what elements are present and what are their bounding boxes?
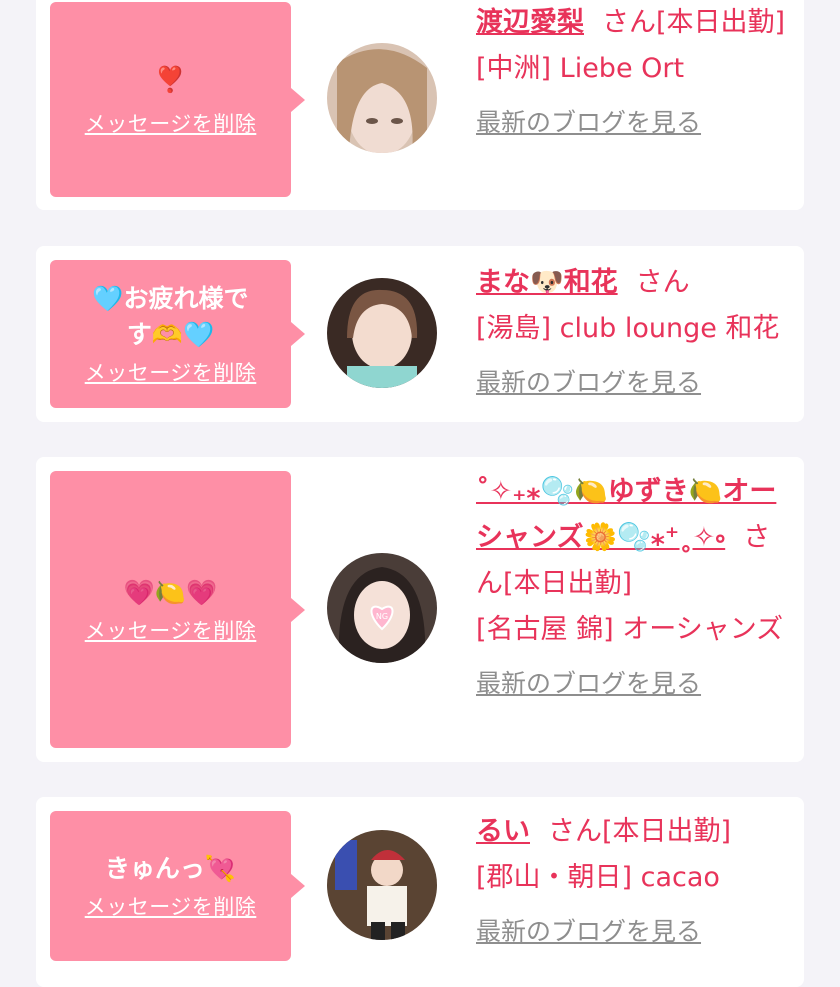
cast-name-link[interactable]: 渡辺愛梨	[476, 7, 584, 38]
cast-info: ˚✧₊⁎🫧🍋ゆずき🍋オーシャンズ🌼🫧⁎⁺˳✧༚ さん[本日出勤] [名古屋 錦] …	[476, 469, 794, 707]
avatar[interactable]	[327, 278, 437, 388]
work-status: [本日出勤]	[602, 816, 732, 847]
message-text: きゅんっ💘	[104, 854, 237, 883]
cast-name-link[interactable]: ˚✧₊⁎🫧🍋ゆずき🍋オーシャンズ🌼🫧⁎⁺˳✧༚	[476, 476, 776, 553]
honorific: さん	[635, 267, 690, 298]
honorific: さん	[602, 7, 656, 38]
cast-info: 渡辺愛梨 さん[本日出勤] [中洲] Liebe Ort 最新のブログを見る	[476, 0, 794, 146]
delete-message-link[interactable]: メッセージを削除	[85, 891, 257, 921]
cast-info: るい さん[本日出勤] [郡山・朝日] cacao 最新のブログを見る	[476, 809, 794, 955]
honorific: さん	[548, 816, 602, 847]
latest-blog-link[interactable]: 最新のブログを見る	[476, 661, 701, 707]
message-card: ❣️ メッセージを削除 渡辺愛梨 さん[本日出勤] [中洲] Liebe Ort …	[36, 0, 804, 210]
message-card: きゅんっ💘 メッセージを削除 るい さん[本日出勤] [郡山・朝日] cacao …	[36, 797, 804, 987]
cast-name-link[interactable]: まな🐶和花	[476, 267, 618, 298]
cast-info: まな🐶和花 さん [湯島] club lounge 和花 最新のブログを見る	[476, 260, 794, 406]
delete-message-link[interactable]: メッセージを削除	[85, 108, 257, 138]
message-bubble: 🩵お疲れ様です🫶🩵 メッセージを削除	[50, 260, 305, 408]
shop-name: [湯島] club lounge 和花	[476, 313, 780, 344]
delete-message-link[interactable]: メッセージを削除	[85, 357, 257, 387]
message-text: ❣️	[154, 64, 187, 94]
shop-name: [中洲] Liebe Ort	[476, 53, 685, 84]
message-bubble: 💗🍋💗 メッセージを削除	[50, 471, 305, 748]
message-card: 🩵お疲れ様です🫶🩵 メッセージを削除 まな🐶和花 さん [湯島] club lou…	[36, 246, 804, 422]
latest-blog-link[interactable]: 最新のブログを見る	[476, 360, 701, 406]
avatar[interactable]	[327, 830, 437, 940]
work-status: [本日出勤]	[503, 568, 633, 599]
latest-blog-link[interactable]: 最新のブログを見る	[476, 100, 701, 146]
message-card: 💗🍋💗 メッセージを削除 NG ˚✧₊⁎🫧🍋ゆずき🍋オーシャンズ🌼🫧⁎⁺˳✧༚ さ…	[36, 457, 804, 762]
cast-name-link[interactable]: るい	[476, 816, 530, 847]
avatar[interactable]: NG	[327, 553, 437, 663]
avatar[interactable]	[327, 43, 437, 153]
message-text: 💗🍋💗	[123, 577, 218, 607]
message-bubble: きゅんっ💘 メッセージを削除	[50, 811, 305, 961]
work-status: [本日出勤]	[656, 7, 786, 38]
shop-name: [郡山・朝日] cacao	[476, 862, 720, 893]
shop-name: [名古屋 錦] オーシャンズ	[476, 614, 784, 645]
latest-blog-link[interactable]: 最新のブログを見る	[476, 909, 701, 955]
message-bubble: ❣️ メッセージを削除	[50, 2, 305, 197]
svg-text:NG: NG	[376, 612, 388, 621]
message-text: 🩵お疲れ様です🫶🩵	[92, 284, 249, 349]
delete-message-link[interactable]: メッセージを削除	[85, 615, 257, 645]
